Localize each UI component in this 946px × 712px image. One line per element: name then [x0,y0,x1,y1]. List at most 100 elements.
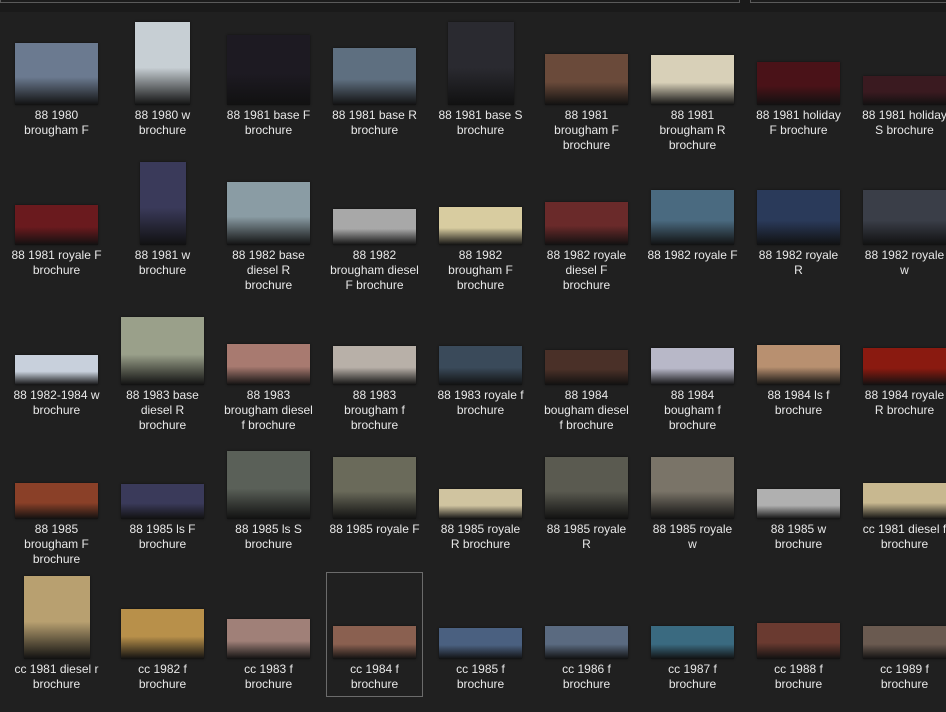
file-name: 88 1985 royale F [329,522,420,536]
file-item[interactable]: 88 1984 royale R brochure [856,298,946,423]
image-thumbnail[interactable] [863,190,946,245]
file-item[interactable]: cc 1982 f brochure [114,572,211,697]
file-item[interactable]: 88 1983 base diesel R brochure [114,298,211,438]
file-item[interactable]: 88 1980 brougham F [8,18,105,143]
image-thumbnail[interactable] [651,626,734,659]
image-thumbnail[interactable] [333,346,416,385]
image-thumbnail[interactable] [757,489,840,519]
image-thumbnail[interactable] [545,457,628,519]
file-item[interactable]: 88 1982 royale diesel F brochure [538,158,635,298]
image-thumbnail[interactable] [863,76,946,105]
file-item[interactable]: cc 1981 diesel f brochure [856,432,946,557]
image-thumbnail[interactable] [439,207,522,245]
image-thumbnail[interactable] [15,483,98,519]
image-thumbnail[interactable] [863,626,946,659]
image-thumbnail[interactable] [651,348,734,385]
image-thumbnail[interactable] [15,43,98,105]
image-thumbnail[interactable] [121,317,204,385]
image-thumbnail[interactable] [333,48,416,105]
image-thumbnail[interactable] [333,209,416,245]
image-thumbnail[interactable] [227,182,310,245]
file-item[interactable]: 88 1982 brougham diesel F brochure [326,158,423,298]
file-item[interactable]: 88 1985 royale R [538,432,635,557]
image-thumbnail[interactable] [135,22,190,105]
image-thumbnail[interactable] [545,350,628,385]
image-thumbnail[interactable] [23,576,90,659]
file-item[interactable]: cc 1984 f brochure [326,572,423,697]
image-thumbnail[interactable] [757,62,840,105]
file-item[interactable]: 88 1983 royale f brochure [432,298,529,423]
address-bar[interactable] [0,0,740,3]
file-item[interactable]: 88 1985 royale R brochure [432,432,529,557]
file-item[interactable]: 88 1984 bougham f brochure [644,298,741,438]
image-thumbnail[interactable] [651,190,734,245]
file-item[interactable]: 88 1985 w brochure [750,432,847,557]
file-item[interactable]: 88 1985 royale w [644,432,741,557]
file-item[interactable]: 88 1985 ls F brochure [114,432,211,557]
file-item[interactable]: 88 1981 base F brochure [220,18,317,143]
image-thumbnail[interactable] [333,626,416,659]
file-item[interactable]: 88 1982 royale R [750,158,847,283]
file-item[interactable]: 88 1982 royale w [856,158,946,283]
image-thumbnail[interactable] [545,202,628,245]
file-name: 88 1984 ls f brochure [767,388,830,417]
file-item[interactable]: 88 1981 base R brochure [326,18,423,143]
image-thumbnail[interactable] [121,609,204,659]
file-item[interactable]: 88 1985 royale F [326,432,423,542]
file-item[interactable]: 88 1985 brougham F brochure [8,432,105,572]
image-thumbnail[interactable] [227,619,310,659]
file-item[interactable]: 88 1983 brougham diesel f brochure [220,298,317,438]
file-item[interactable]: 88 1983 brougham f brochure [326,298,423,438]
thumbnail-container [539,159,634,245]
file-item[interactable]: 88 1981 w brochure [114,158,211,283]
image-thumbnail[interactable] [121,484,204,519]
image-thumbnail[interactable] [863,348,946,385]
image-thumbnail[interactable] [545,626,628,659]
file-item[interactable]: 88 1981 base S brochure [432,18,529,143]
file-item[interactable]: 88 1984 ls f brochure [750,298,847,423]
file-item[interactable]: 88 1981 brougham F brochure [538,18,635,158]
image-thumbnail[interactable] [227,35,310,105]
file-item[interactable]: cc 1989 f brochure [856,572,946,697]
file-item[interactable]: 88 1980 w brochure [114,18,211,143]
image-thumbnail[interactable] [15,205,98,245]
image-thumbnail[interactable] [439,346,522,385]
image-thumbnail[interactable] [651,55,734,105]
file-item[interactable]: cc 1988 f brochure [750,572,847,697]
image-thumbnail[interactable] [757,623,840,659]
image-thumbnail[interactable] [15,355,98,385]
image-thumbnail[interactable] [757,345,840,385]
image-thumbnail[interactable] [227,451,310,519]
thumbnail-container [539,433,634,519]
file-item[interactable]: 88 1985 ls S brochure [220,432,317,557]
image-thumbnail[interactable] [333,457,416,519]
file-item[interactable]: cc 1987 f brochure [644,572,741,697]
file-item[interactable]: 88 1982 base diesel R brochure [220,158,317,298]
file-item[interactable]: 88 1981 royale F brochure [8,158,105,283]
file-item[interactable]: 88 1981 holiday F brochure [750,18,847,143]
thumbnail-container [751,573,846,659]
image-thumbnail[interactable] [545,54,628,105]
file-item[interactable]: cc 1981 diesel r brochure [8,572,105,697]
image-thumbnail[interactable] [227,344,310,385]
image-thumbnail[interactable] [651,457,734,519]
file-item[interactable]: cc 1986 f brochure [538,572,635,697]
image-thumbnail[interactable] [447,22,514,105]
thumbnail-container [115,159,210,245]
image-thumbnail[interactable] [439,628,522,659]
image-thumbnail[interactable] [139,162,186,245]
file-item[interactable]: 88 1984 bougham diesel f brochure [538,298,635,438]
thumbnail-container [433,299,528,385]
file-item[interactable]: cc 1983 f brochure [220,572,317,697]
file-item[interactable]: 88 1982-1984 w brochure [8,298,105,423]
file-item[interactable]: 88 1981 holiday S brochure [856,18,946,143]
image-thumbnail[interactable] [439,489,522,519]
image-thumbnail[interactable] [757,190,840,245]
image-thumbnail[interactable] [863,483,946,519]
search-box[interactable] [750,0,946,3]
file-name: 88 1982 royale R [758,248,839,277]
file-item[interactable]: 88 1982 royale F [644,158,741,268]
file-item[interactable]: 88 1981 brougham R brochure [644,18,741,158]
file-item[interactable]: cc 1985 f brochure [432,572,529,697]
file-item[interactable]: 88 1982 brougham F brochure [432,158,529,298]
